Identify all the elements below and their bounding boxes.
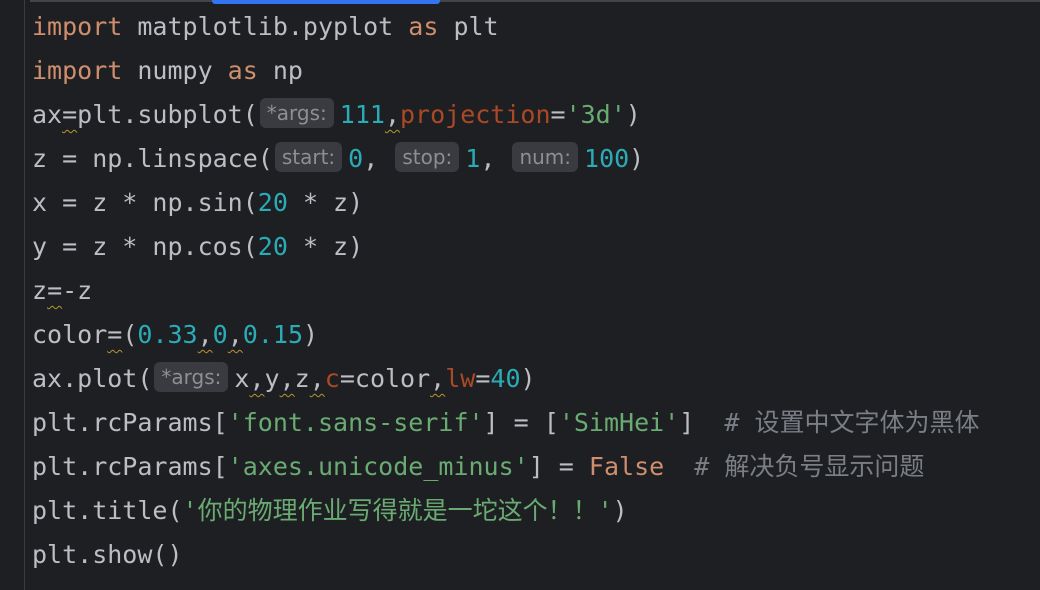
code-token: plt.rcParams[ [32,408,228,437]
number-literal: 0 [212,320,228,349]
code-token: z = np.linspace( [32,144,273,173]
parameter-hint: start: [274,142,343,172]
active-tab-indicator[interactable] [212,0,440,4]
code-token: y [264,364,280,393]
code-line-7[interactable]: z=-z [32,269,1040,313]
code-token: = [550,100,566,129]
named-argument: projection [400,100,551,129]
keyword: import [32,12,123,41]
code-editor[interactable]: import matplotlib.pyplot as plt import n… [0,0,1040,590]
code-token: ( [122,320,138,349]
string-literal: 'SimHei' [558,408,680,437]
code-token: ) [303,320,319,349]
code-token: x [234,364,250,393]
code-line-11[interactable]: plt.rcParams['axes.unicode_minus'] = Fal… [32,445,1040,489]
code-token: z [32,276,48,305]
code-token: ) [612,496,628,525]
number-literal: 0 [348,144,364,173]
code-token: y = z * np.cos( [32,232,258,261]
code-token: plt.title( [32,496,183,525]
code-token: z [294,364,310,393]
code-comment: # 设置中文字体为黑体 [724,408,980,437]
code-token: plt.subplot( [77,100,258,129]
code-token: , [309,364,325,393]
code-token: ) [629,144,645,173]
code-token: ) [520,364,536,393]
code-token: ax.plot( [32,364,153,393]
number-literal: 1 [465,144,481,173]
named-argument: lw [445,364,476,393]
code-token: , [227,320,243,349]
code-token: , [384,100,400,129]
code-token: ] = [ [483,408,559,437]
code-line-12[interactable]: plt.title('你的物理作业写得就是一坨这个！！') [32,489,1040,533]
code-token: plt.rcParams[ [32,452,228,481]
number-literal: 20 [257,232,288,261]
string-literal: 'axes.unicode_minus' [227,452,529,481]
code-comment: # 解决负号显示问题 [694,452,925,481]
code-token: = [62,100,78,129]
code-line-13[interactable]: plt.show() [32,533,1040,577]
editor-top-border [30,0,1040,2]
string-literal: '3d' [565,100,626,129]
code-line-1[interactable]: import matplotlib.pyplot as plt [32,5,1040,49]
number-literal: 100 [584,144,630,173]
string-literal: 'font.sans-serif' [227,408,484,437]
keyword: as [408,12,439,41]
code-token: x = z * np.sin( [32,188,258,217]
code-token: plt.show() [32,540,183,569]
number-literal: 20 [257,188,288,217]
keyword: as [227,56,258,85]
code-token: ] [679,408,725,437]
code-line-6[interactable]: y = z * np.cos(20 * z) [32,225,1040,269]
code-token: matplotlib.pyplot [122,12,409,41]
code-token: ) [625,100,641,129]
string-literal: '你的物理作业写得就是一坨这个！！' [182,496,613,525]
code-token: , [279,364,295,393]
code-token: , [197,320,213,349]
code-token: ] = [528,452,589,481]
code-token: * z) [287,232,364,261]
parameter-hint: *args: [259,98,334,128]
code-token: color [32,320,108,349]
code-token: plt [438,12,499,41]
keyword: False [588,452,665,481]
code-token: * z) [287,188,364,217]
code-line-2[interactable]: import numpy as np [32,49,1040,93]
code-line-4[interactable]: z = np.linspace(start: 0, stop: 1, num: 100… [32,137,1040,181]
number-literal: 0.33 [137,320,198,349]
number-literal: 111 [339,100,385,129]
code-line-10[interactable]: plt.rcParams['font.sans-serif'] = ['SimH… [32,401,1040,445]
code-token: np [257,56,303,85]
parameter-hint: *args: [154,362,229,392]
parameter-hint: stop: [395,142,460,172]
code-token: -z [62,276,93,305]
code-line-5[interactable]: x = z * np.sin(20 * z) [32,181,1040,225]
code-token: =color [339,364,431,393]
code-token: , [363,144,394,173]
code-token: , [480,144,511,173]
code-token: ax [32,100,63,129]
editor-gutter [0,0,25,590]
code-area[interactable]: import matplotlib.pyplot as plt import n… [32,5,1040,577]
code-token: , [430,364,446,393]
number-literal: 40 [490,364,521,393]
code-line-9[interactable]: ax.plot(*args: x,y,z,c=color,lw=40) [32,357,1040,401]
code-token: = [107,320,123,349]
code-token: numpy [122,56,228,85]
code-token: = [47,276,63,305]
code-line-3[interactable]: ax=plt.subplot(*args: 111,projection='3d'… [32,93,1040,137]
number-literal: 0.15 [242,320,304,349]
named-argument: c [324,364,340,393]
code-token: , [249,364,265,393]
keyword: import [32,56,123,85]
parameter-hint: num: [512,142,579,172]
code-token: = [475,364,491,393]
code-line-8[interactable]: color=(0.33,0,0.15) [32,313,1040,357]
